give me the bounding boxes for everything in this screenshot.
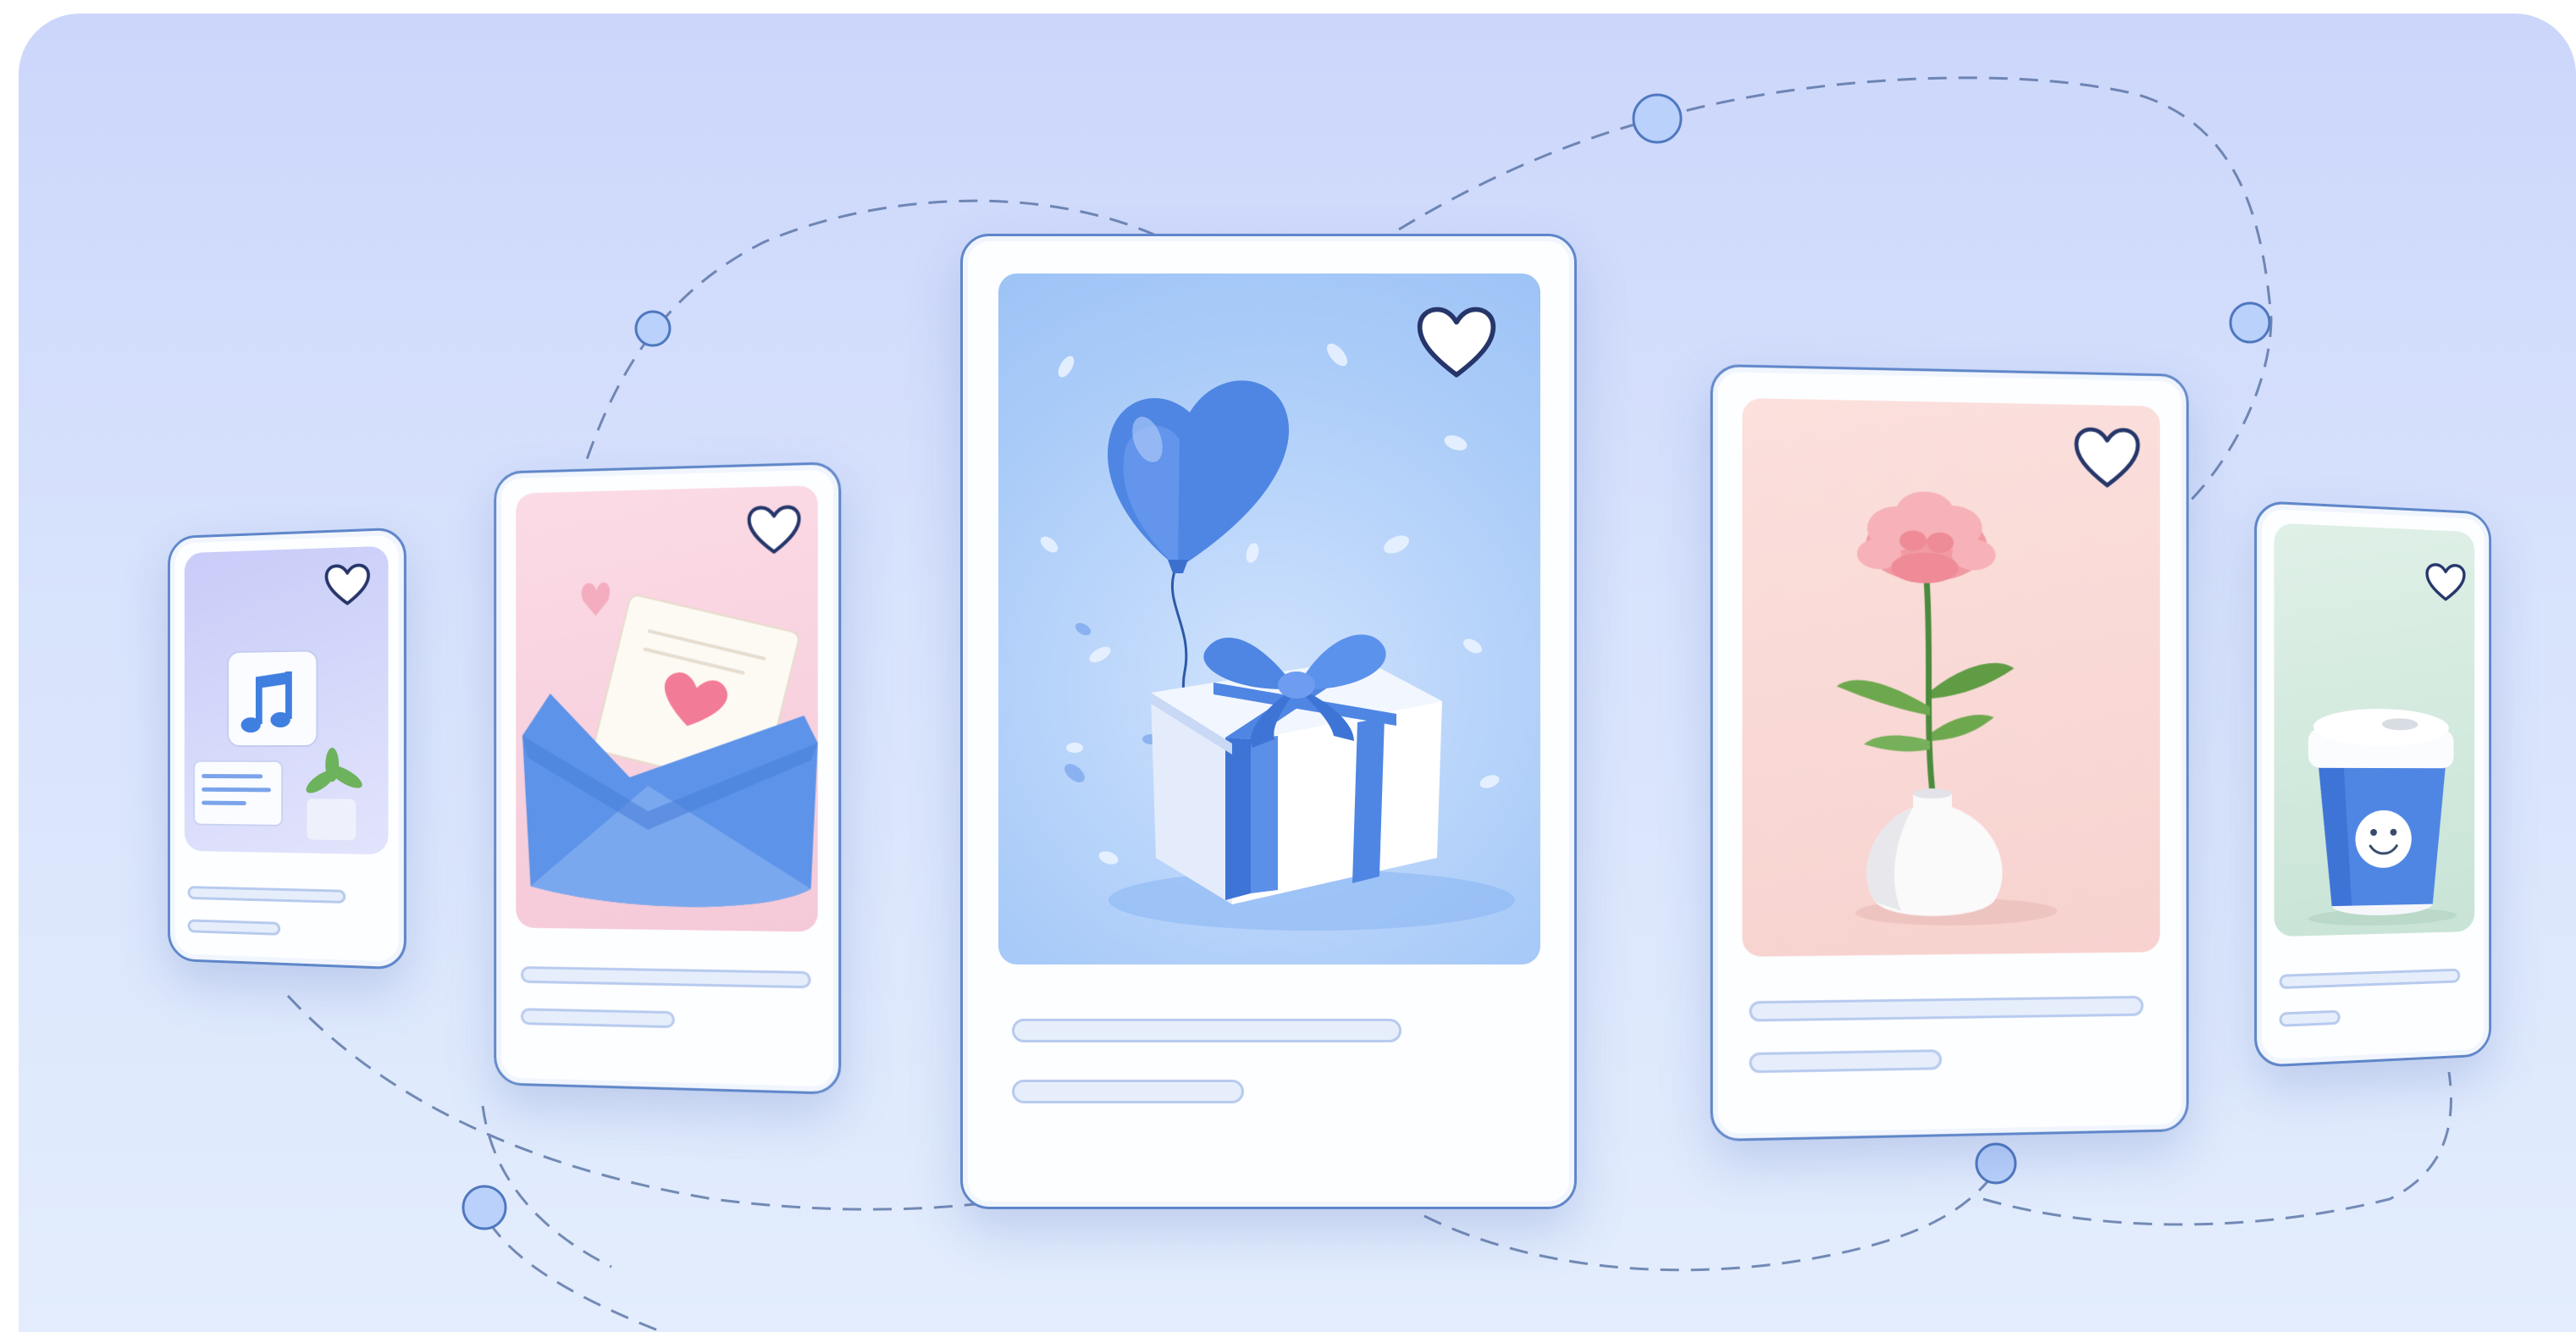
connector-node-icon xyxy=(634,310,672,347)
love-letter-card[interactable] xyxy=(494,462,842,1095)
heart-icon[interactable] xyxy=(1415,304,1498,382)
placeholder-line xyxy=(1012,1019,1401,1042)
placeholder-line xyxy=(1749,1049,1943,1074)
connector-node-icon xyxy=(462,1185,507,1230)
music-card[interactable] xyxy=(168,527,406,970)
connector-line xyxy=(2185,318,2273,506)
connector-line xyxy=(481,1105,612,1268)
placeholder-line xyxy=(1749,995,2144,1022)
placeholder-line xyxy=(187,886,346,904)
connector-node-icon xyxy=(2229,301,2271,344)
placeholder-line xyxy=(2279,968,2461,990)
placeholder-line xyxy=(520,1008,675,1029)
heart-icon[interactable] xyxy=(2424,561,2467,603)
hero-panel xyxy=(19,14,2576,1332)
heart-icon[interactable] xyxy=(746,503,803,557)
placeholder-line xyxy=(1012,1080,1244,1103)
heart-icon[interactable] xyxy=(323,562,371,608)
flower-card[interactable] xyxy=(1710,363,2189,1142)
placeholder-line xyxy=(187,919,281,936)
placeholder-line xyxy=(520,966,811,989)
connector-line xyxy=(1398,117,1658,231)
heart-icon[interactable] xyxy=(2072,425,2142,492)
connector-node-icon xyxy=(1975,1142,2017,1185)
connector-line xyxy=(1656,76,2273,319)
coffee-card[interactable] xyxy=(2254,500,2491,1069)
connector-node-icon xyxy=(1632,93,1683,144)
placeholder-line xyxy=(2279,1009,2341,1027)
gift-card[interactable] xyxy=(960,234,1577,1209)
